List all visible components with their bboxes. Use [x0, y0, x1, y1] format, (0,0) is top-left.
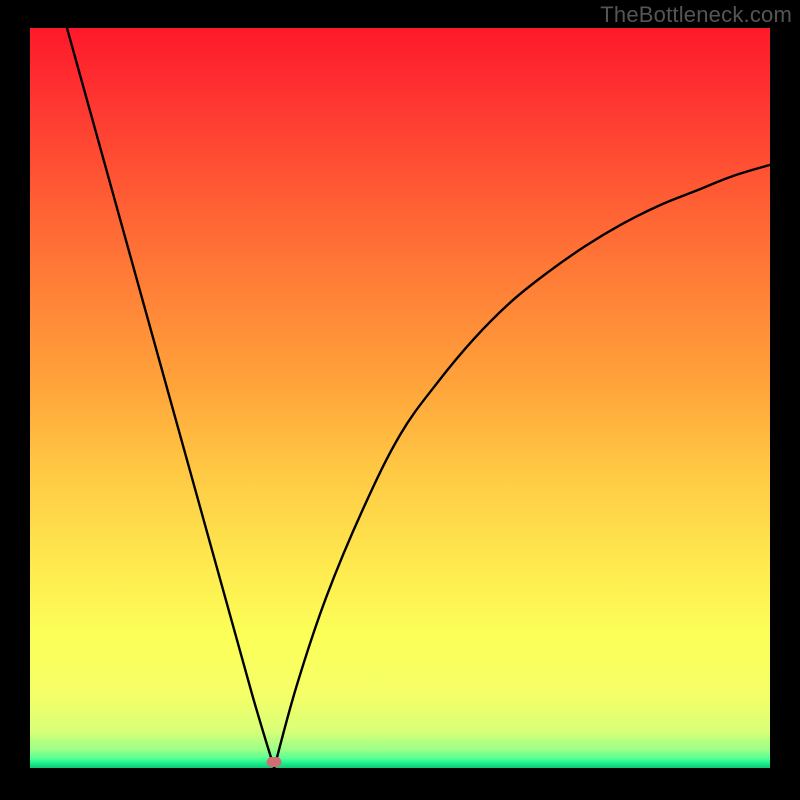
plot-area	[30, 28, 770, 768]
watermark-text: TheBottleneck.com	[600, 2, 792, 28]
chart-frame: TheBottleneck.com	[0, 0, 800, 800]
optimal-point-marker	[267, 757, 282, 767]
curve-left-branch	[67, 28, 274, 768]
bottleneck-curve	[30, 28, 770, 768]
curve-right-branch	[274, 165, 770, 768]
